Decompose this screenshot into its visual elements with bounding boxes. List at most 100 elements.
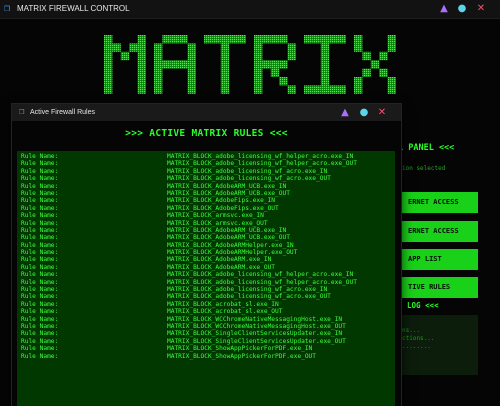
rule-row: Rule Name: MATRIX_BLOCK_WCChromeNativeMes… [17,323,395,330]
rule-value: MATRIX_BLOCK_SingleClientServicesUpdater… [167,330,343,338]
close-icon[interactable]: ✕ [376,107,388,119]
rule-key: Rule Name: [21,226,59,234]
logo-pixel [104,77,113,86]
logo-pixel [329,35,338,44]
logo-pixel [312,35,321,44]
maximize-icon[interactable]: ● [456,3,468,15]
rules-list[interactable]: Rule Name: MATRIX_BLOCK_adobe_licensing_w… [17,151,395,406]
control-panel-title: L PANEL <<< [398,143,455,153]
log-line: ns... [402,327,421,334]
logo-pixel [262,60,271,69]
rule-value: MATRIX_BLOCK_acrobat_sl.exe_IN [167,300,279,308]
rule-key: Rule Name: [21,160,59,168]
rule-key: Rule Name: [21,293,59,301]
rule-value: MATRIX_BLOCK_AdobeFips.exe_OUT [167,204,279,212]
logo-pixel [262,35,271,44]
logo-pixel [104,35,113,44]
allow-internet-button[interactable]: ERNET ACCESS [400,221,478,242]
rule-row: Rule Name: MATRIX_BLOCK_AdobeARM_UCB.exe_… [17,183,395,190]
logo-pixel [220,85,230,94]
logo-pixel [187,77,196,86]
logo-pixel [187,85,196,94]
logo-pixel [187,68,196,77]
logo-pixel [112,43,121,52]
matrix-logo [104,35,396,94]
feather-icon: ❐ [19,107,25,117]
rule-row: Rule Name: MATRIX_BLOCK_AdobeFips.exe_OUT [17,205,395,212]
rule-value: MATRIX_BLOCK_adobe_licensing_wf_helper_a… [167,153,354,160]
logo-pixel [220,43,230,52]
minimize-icon[interactable]: ▲ [438,3,450,15]
logo-pixel [137,85,146,94]
logo-pixel [287,85,296,94]
logo-pixel [320,68,330,77]
rule-key: Rule Name: [21,345,59,353]
logo-pixel [137,68,146,77]
block-internet-button[interactable]: ERNET ACCESS [400,192,478,213]
rule-value: MATRIX_BLOCK_AdobeARM_UCB.exe_IN [167,182,287,190]
logo-pixel [137,60,146,69]
logo-pixel [179,60,188,69]
rule-value: MATRIX_BLOCK_adobe_licensing_wf_acro.exe… [167,286,328,294]
logo-pixel [154,43,163,52]
rule-row: Rule Name: MATRIX_BLOCK_armsvc.exe_IN [17,212,395,219]
logo-pixel [320,60,330,69]
logo-pixel [254,68,263,77]
logo-pixel [337,85,346,94]
rule-key: Rule Name: [21,204,59,212]
logo-pixel [270,68,280,77]
logo-pixel [154,51,163,61]
rule-key: Rule Name: [21,241,59,249]
rule-key: Rule Name: [21,197,59,205]
rule-row: Rule Name: MATRIX_BLOCK_AdobeARM_UCB.exe_… [17,190,395,197]
active-rules-button[interactable]: TIVE RULES [400,277,478,298]
rule-value: MATRIX_BLOCK_adobe_licensing_wf_helper_a… [167,271,354,279]
app-title: MATRIX FIREWALL CONTROL [17,4,130,13]
logo-pixel [279,35,288,44]
logo-pixel [120,51,130,61]
rule-row: Rule Name: MATRIX_BLOCK_adobe_licensing_w… [17,293,395,300]
logo-pixel [137,43,146,52]
rule-key: Rule Name: [21,315,59,323]
logo-pixel [304,35,313,44]
logo-pixel [254,51,263,61]
logo-pixel [154,60,163,69]
rule-key: Rule Name: [21,175,59,183]
option-status: ion selected [402,165,446,172]
logo-pixel [320,77,330,86]
logo-pixel [337,35,346,44]
rules-heading: >>> ACTIVE MATRIX RULES <<< [125,128,288,139]
rule-row: Rule Name: MATRIX_BLOCK_adobe_licensing_w… [17,175,395,182]
rule-value: MATRIX_BLOCK_adobe_licensing_wf_helper_a… [167,160,357,168]
rule-value: MATRIX_BLOCK_adobe_licensing_wf_acro.exe… [167,167,328,175]
logo-pixel [154,77,163,86]
rule-row: Rule Name: MATRIX_BLOCK_AdobeARM.exe_OUT [17,264,395,271]
rule-key: Rule Name: [21,234,59,242]
rule-value: MATRIX_BLOCK_armsvc.exe_IN [167,212,264,220]
minimize-icon[interactable]: ▲ [339,107,351,119]
active-rules-dialog: ❐ Active Firewall Rules ▲ ● ✕ >>> ACTIVE… [12,104,401,406]
rule-row: Rule Name: MATRIX_BLOCK_ShowAppPickerForP… [17,353,395,360]
rule-key: Rule Name: [21,352,59,360]
logo-pixel [287,51,296,61]
logo-pixel [362,68,371,77]
logo-pixel [204,35,213,44]
app-list-button[interactable]: APP LIST [400,249,478,270]
logo-pixel [154,68,163,77]
rule-value: MATRIX_BLOCK_AdobeARM_UCB.exe_OUT [167,234,290,242]
rule-value: MATRIX_BLOCK_AdobeFips.exe_IN [167,197,276,205]
rule-key: Rule Name: [21,249,59,257]
logo-pixel [387,43,396,52]
close-icon[interactable]: ✕ [475,3,487,15]
rule-row: Rule Name: MATRIX_BLOCK_SingleClientServi… [17,330,395,337]
logo-pixel [304,85,313,94]
feather-icon: ❐ [4,3,11,14]
rule-row: Rule Name: MATRIX_BLOCK_adobe_licensing_w… [17,168,395,175]
logo-pixel [129,43,138,52]
logo-pixel [354,85,363,94]
logo-pixel [104,68,113,77]
maximize-icon[interactable]: ● [358,107,370,119]
rule-key: Rule Name: [21,337,59,345]
log-line: ctions... [402,335,435,342]
rule-row: Rule Name: MATRIX_BLOCK_WCChromeNativeMes… [17,316,395,323]
